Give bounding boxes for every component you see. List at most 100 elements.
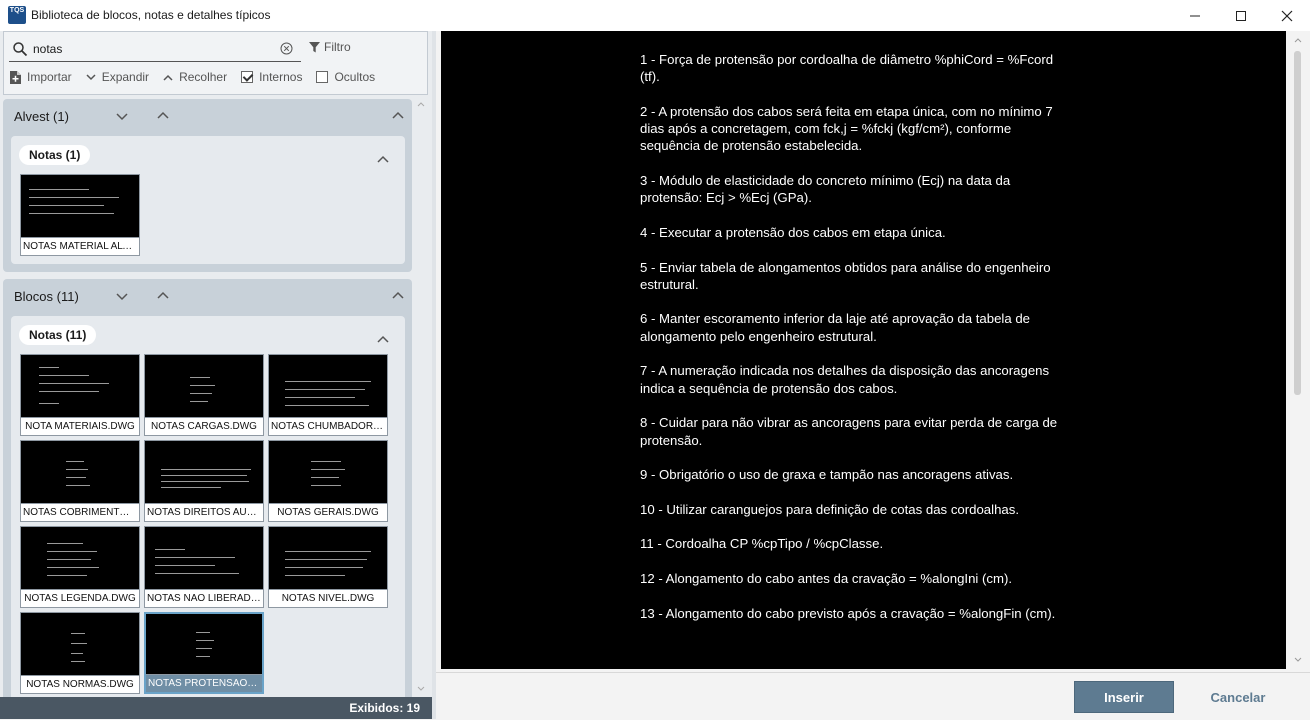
search-box (9, 37, 301, 62)
scroll-down-arrow-icon[interactable] (417, 686, 425, 692)
hidden-checkbox[interactable]: Ocultos (316, 70, 375, 84)
toolbar: Filtro Importar Expandir Recolher Intern… (3, 31, 428, 95)
collapse-group-icon[interactable] (392, 291, 404, 299)
expand-button[interactable]: Expandir (86, 70, 149, 84)
internal-checkbox-box[interactable] (241, 71, 254, 83)
library-item[interactable]: NOTAS DIREITOS AUTO... (144, 440, 264, 522)
library-item[interactable]: NOTAS MATERIAL ALVE... (20, 174, 140, 256)
collapse-subgroup-icon[interactable] (377, 155, 389, 163)
item-label: NOTAS DIREITOS AUTO... (145, 503, 263, 521)
items-count: Exibidos: 19 (349, 701, 420, 715)
item-label: NOTAS CARGAS.DWG (145, 417, 263, 435)
note-line: 7 - A numeração indicada nos detalhes da… (640, 363, 1050, 396)
library-item[interactable]: NOTAS CHUMBADOR.D... (268, 354, 388, 436)
group-title: Blocos (11) (14, 289, 79, 304)
item-label: NOTA MATERIAIS.DWG (21, 417, 139, 435)
note-line: 5 - Enviar tabela de alongamentos obtido… (640, 259, 1051, 292)
item-label: NOTAS COBRIMENTO.D... (21, 503, 139, 521)
minimize-button[interactable] (1172, 0, 1218, 31)
library-item[interactable]: NOTA MATERIAIS.DWG (20, 354, 140, 436)
note-line: 13 - Alongamento do cabo previsto após a… (640, 605, 1056, 621)
panel-splitter[interactable] (432, 31, 436, 719)
hidden-checkbox-box[interactable] (316, 71, 329, 83)
scrollbar-thumb[interactable] (1294, 51, 1301, 395)
library-list: Alvest (1) Notas (1) NOTAS MATERIAL ALVE… (0, 97, 432, 697)
library-item[interactable]: NOTAS NORMAS.DWG (20, 612, 140, 694)
item-label: NOTAS LEGENDA.DWG (21, 589, 139, 607)
insert-button[interactable]: Inserir (1074, 681, 1174, 713)
expand-label: Expandir (101, 70, 150, 84)
library-item[interactable]: NOTAS NAO LIBERADA... (144, 526, 264, 608)
item-label: NOTAS NORMAS.DWG (21, 675, 139, 693)
thumbnail-preview (21, 175, 139, 237)
search-input[interactable] (33, 40, 273, 58)
funnel-icon (309, 41, 320, 52)
scroll-up-arrow-icon[interactable] (1294, 37, 1302, 43)
thumbnail-preview (269, 441, 387, 503)
note-line: 12 - Alongamento do cabo antes da cravaç… (640, 570, 1013, 586)
maximize-icon (1236, 10, 1246, 21)
library-item[interactable]: NOTAS GERAIS.DWG (268, 440, 388, 522)
title-bar: TQS Biblioteca de blocos, notas e detalh… (0, 0, 1310, 31)
import-label: Importar (27, 70, 72, 84)
note-line: 10 - Utilizar caranguejos para definição… (640, 501, 1019, 517)
library-item[interactable]: NOTAS NIVEL.DWG (268, 526, 388, 608)
item-label: NOTAS MATERIAL ALVE... (21, 237, 139, 255)
preview-scrollbar[interactable] (1290, 31, 1306, 669)
item-label: NOTAS NAO LIBERADA... (145, 589, 263, 607)
library-item[interactable]: NOTAS LEGENDA.DWG (20, 526, 140, 608)
thumbnail-preview (145, 355, 263, 417)
left-scrollbar[interactable] (414, 97, 428, 697)
note-line: 3 - Módulo de elasticidade do concreto m… (640, 173, 1011, 206)
collapse-group-icon[interactable] (392, 111, 404, 119)
subgroup-notas: Notas (11) NOTA MATERIAIS.DWG NOTAS CARG… (11, 316, 405, 697)
collapse-button[interactable]: Recolher (163, 70, 227, 84)
thumbnail-preview (21, 527, 139, 589)
subgroup-notas: Notas (1) NOTAS MATERIAL ALVE... (11, 136, 405, 264)
search-icon (13, 42, 28, 57)
import-file-icon (10, 70, 21, 84)
scroll-down-arrow-icon[interactable] (1294, 657, 1302, 663)
clear-search-icon[interactable] (280, 42, 293, 55)
filter-label: Filtro (324, 40, 351, 54)
chevron-up-icon (163, 74, 173, 81)
internal-label: Internos (259, 70, 303, 84)
library-item[interactable]: NOTAS COBRIMENTO.D... (20, 440, 140, 522)
chevron-up-icon[interactable] (157, 111, 169, 119)
note-line: 6 - Manter escoramento inferior da laje … (640, 311, 1030, 344)
maximize-button[interactable] (1218, 0, 1264, 31)
collapse-subgroup-icon[interactable] (377, 335, 389, 343)
notes-text: 1 - Força de protensão por cordoalha de … (640, 51, 1060, 639)
note-line: 8 - Cuidar para não vibrar as ancoragens… (640, 415, 1058, 448)
thumbnail-preview (21, 441, 139, 503)
chevron-down-icon[interactable] (116, 293, 128, 301)
app-logo-text: TQS (9, 7, 25, 14)
thumbnail-preview (145, 527, 263, 589)
group-blocos: Blocos (11) Notas (11) NOTA MATERIAIS.DW… (3, 279, 412, 697)
internal-checkbox[interactable]: Internos (241, 70, 302, 84)
import-button[interactable]: Importar (10, 70, 72, 84)
thumbnail-preview (146, 614, 262, 674)
thumbnail-preview (269, 355, 387, 417)
thumbnail-preview (21, 613, 139, 675)
item-label: NOTAS GERAIS.DWG (269, 503, 387, 521)
chevron-up-icon[interactable] (157, 291, 169, 299)
library-item-selected[interactable]: NOTAS PROTENSAO.D... (144, 612, 264, 694)
hidden-label: Ocultos (334, 70, 376, 84)
subgroup-title: Notas (1) (19, 145, 91, 165)
filter-button[interactable]: Filtro (309, 40, 351, 54)
close-button[interactable] (1264, 0, 1310, 31)
close-icon (1281, 10, 1293, 21)
chevron-down-icon (86, 73, 96, 80)
item-label: NOTAS CHUMBADOR.D... (269, 417, 387, 435)
note-line: 11 - Cordoalha CP %cpTipo / %cpClasse. (640, 536, 884, 552)
item-label: NOTAS NIVEL.DWG (269, 589, 387, 607)
library-item[interactable]: NOTAS CARGAS.DWG (144, 354, 264, 436)
chevron-down-icon[interactable] (116, 113, 128, 121)
scroll-up-arrow-icon[interactable] (417, 101, 425, 107)
app-logo-icon: TQS (8, 6, 26, 24)
item-label: NOTAS PROTENSAO.D... (146, 674, 262, 692)
subgroup-title: Notas (11) (19, 325, 97, 345)
thumbnail-preview (21, 355, 139, 417)
cancel-button[interactable]: Cancelar (1188, 681, 1288, 713)
